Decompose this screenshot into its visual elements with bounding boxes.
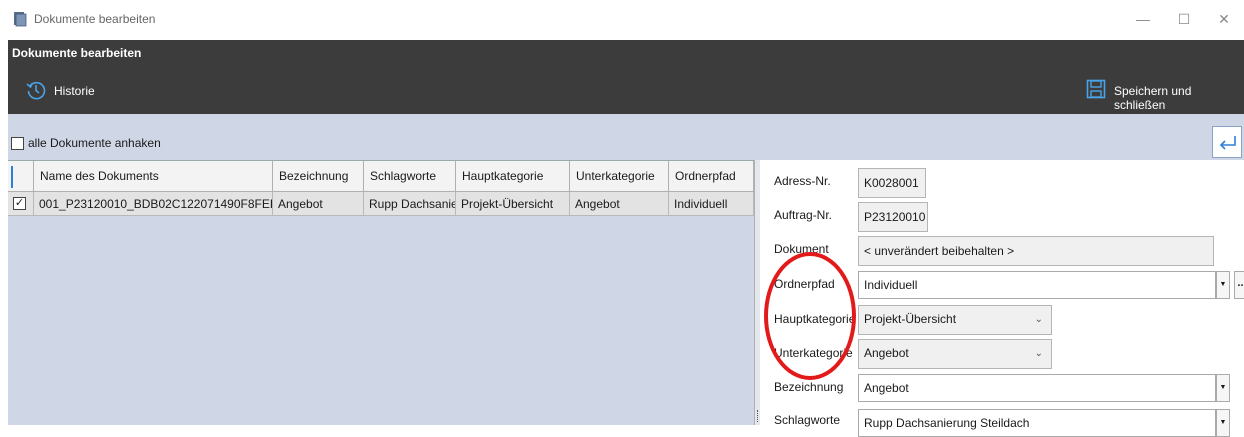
column-header-keywords[interactable]: Schlagworte: [364, 161, 456, 192]
window-title: Dokumente bearbeiten: [34, 12, 156, 26]
history-icon: [26, 81, 46, 100]
annotation-circle: [764, 252, 856, 380]
column-header-sub-category[interactable]: Unterkategorie: [570, 161, 669, 192]
maximize-button[interactable]: ☐: [1169, 6, 1199, 32]
window-title-bar: Dokumente bearbeiten — ☐ ✕: [0, 0, 1244, 40]
address-no-field: K0028001: [858, 168, 926, 198]
designation-dropdown-icon[interactable]: ▼: [1216, 374, 1230, 402]
back-button[interactable]: [1212, 126, 1242, 158]
column-header-name[interactable]: Name des Dokuments: [34, 161, 273, 192]
keywords-select[interactable]: Rupp Dachsanierung Steildach: [858, 409, 1216, 437]
document-field: < unverändert beibehalten >: [858, 236, 1214, 266]
table-row[interactable]: ✓ 001_P23120010_BDB02C122071490F8FEF85I …: [8, 192, 754, 216]
designation-select[interactable]: Angebot: [858, 374, 1216, 402]
address-no-label: Adress-Nr.: [774, 174, 831, 188]
history-button[interactable]: Historie: [22, 76, 112, 104]
chevron-down-icon: ⌄: [1034, 348, 1043, 359]
chevron-down-icon: ⌄: [1034, 314, 1043, 325]
sub-category-value: Angebot: [864, 346, 909, 360]
row-checkbox[interactable]: ✓: [13, 197, 26, 210]
row-indicator-icon: [11, 166, 13, 188]
select-all-label: alle Dokumente anhaken: [28, 136, 161, 150]
select-all-checkbox[interactable]: [11, 137, 24, 150]
cell-name[interactable]: 001_P23120010_BDB02C122071490F8FEF85I: [34, 192, 273, 216]
save-and-close-button[interactable]: Speichern und schließen: [1082, 76, 1244, 112]
folder-path-browse-button[interactable]: ...: [1234, 271, 1244, 299]
folder-path-dropdown-icon[interactable]: ▼: [1216, 271, 1230, 299]
main-category-value: Projekt-Übersicht: [864, 312, 957, 326]
splitter-grip[interactable]: [757, 410, 759, 422]
order-no-label: Auftrag-Nr.: [774, 208, 833, 222]
history-label: Historie: [54, 84, 95, 98]
content-area: alle Dokumente anhaken Name des Dokument…: [8, 114, 1244, 437]
row-checkbox-cell[interactable]: ✓: [8, 192, 34, 216]
designation-label: Bezeichnung: [774, 380, 844, 394]
app-icon: [14, 12, 27, 27]
cell-designation[interactable]: Angebot: [273, 192, 364, 216]
cell-main-category[interactable]: Projekt-Übersicht: [456, 192, 570, 216]
close-button[interactable]: ✕: [1209, 6, 1239, 32]
keywords-dropdown-icon[interactable]: ▼: [1216, 409, 1230, 437]
ribbon-title: Dokumente bearbeiten: [12, 46, 142, 60]
sub-category-combobox[interactable]: Angebot ⌄: [858, 339, 1052, 369]
column-header-main-category[interactable]: Hauptkategorie: [456, 161, 570, 192]
column-header-designation[interactable]: Bezeichnung: [273, 161, 364, 192]
main-category-combobox[interactable]: Projekt-Übersicht ⌄: [858, 305, 1052, 335]
cell-keywords[interactable]: Rupp Dachsanier: [364, 192, 456, 216]
column-header-folder-path[interactable]: Ordnerpfad: [669, 161, 754, 192]
minimize-button[interactable]: —: [1128, 6, 1158, 32]
return-arrow-icon: [1219, 136, 1236, 150]
documents-grid: Name des Dokuments Bezeichnung Schlagwor…: [8, 160, 754, 425]
cell-sub-category[interactable]: Angebot: [570, 192, 669, 216]
order-no-field: P23120010: [858, 202, 928, 232]
folder-path-select[interactable]: Individuell: [858, 271, 1216, 299]
save-icon: [1086, 79, 1106, 99]
cell-folder-path[interactable]: Individuell: [669, 192, 754, 216]
save-and-close-label: Speichern und schließen: [1114, 84, 1192, 112]
grid-header-selector: [8, 161, 34, 192]
ribbon: Dokumente bearbeiten Historie Speichern …: [8, 40, 1244, 114]
